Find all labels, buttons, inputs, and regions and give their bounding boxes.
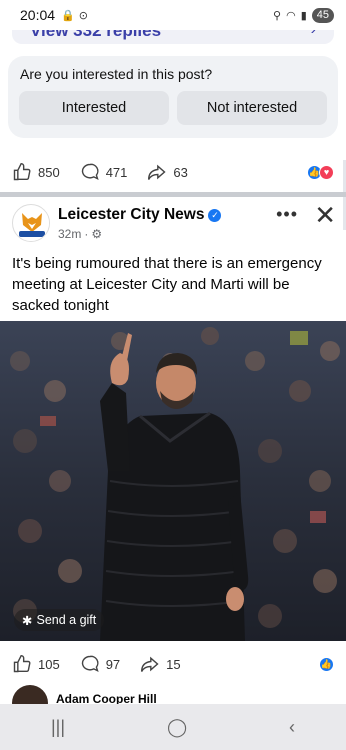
signal-icon: ▮ bbox=[300, 9, 307, 22]
comment-icon bbox=[81, 655, 99, 673]
share-icon bbox=[148, 164, 166, 180]
interest-prompt-card: Are you interested in this post? Interes… bbox=[8, 56, 338, 138]
comment-icon bbox=[81, 163, 99, 181]
share-button[interactable]: 63 bbox=[147, 162, 188, 182]
post-header: Leicester City News ✓ 32m · ⚙ ••• ✕ bbox=[12, 200, 338, 248]
page-name-text: Leicester City News bbox=[58, 206, 205, 223]
gift-icon: ✱ bbox=[22, 613, 33, 628]
share-count: 63 bbox=[173, 164, 188, 180]
settings-gear-icon: ⚙ bbox=[91, 227, 103, 241]
share-icon bbox=[141, 656, 159, 672]
interest-question: Are you interested in this post? bbox=[20, 66, 213, 82]
post-reaction-row: 105 97 15 👍 bbox=[12, 652, 334, 676]
post-meta: 32m · ⚙ bbox=[58, 227, 102, 241]
comment-count: 471 bbox=[105, 164, 128, 180]
battery-indicator: 45 bbox=[311, 7, 334, 23]
close-icon[interactable]: ✕ bbox=[314, 200, 336, 231]
interest-buttons: Interested Not interested bbox=[19, 91, 327, 125]
prev-post-reaction-row: 850 471 63 👍 ♥ bbox=[12, 160, 334, 184]
sync-icon: ⊙ bbox=[78, 9, 88, 22]
recent-apps-icon[interactable]: ||| bbox=[51, 717, 65, 738]
page-avatar[interactable] bbox=[12, 204, 50, 242]
post-comment-count: 97 bbox=[105, 656, 121, 672]
thumbs-up-icon bbox=[13, 162, 31, 181]
lock-icon: 🔒 bbox=[61, 9, 75, 22]
not-interested-button[interactable]: Not interested bbox=[177, 91, 327, 125]
status-right-icons: ⚲ ◠ ▮ 45 bbox=[273, 7, 334, 23]
home-icon[interactable]: ◯ bbox=[167, 717, 187, 738]
post-like-button[interactable]: 105 bbox=[12, 654, 60, 674]
like-button[interactable]: 850 bbox=[12, 162, 60, 182]
wifi-icon: ◠ bbox=[286, 9, 296, 22]
post-share-count: 15 bbox=[166, 656, 181, 672]
post-comment-button[interactable]: 97 bbox=[80, 654, 120, 674]
meta-separator: · bbox=[84, 227, 89, 241]
like-reaction-icon: 👍 bbox=[319, 656, 334, 672]
fox-crest-icon bbox=[14, 206, 49, 241]
verified-badge-icon: ✓ bbox=[208, 208, 222, 222]
post-share-button[interactable]: 15 bbox=[140, 654, 181, 674]
page-name[interactable]: Leicester City News ✓ bbox=[58, 206, 222, 224]
post-text: It's being rumoured that there is an eme… bbox=[12, 255, 322, 314]
send-gift-button[interactable]: ✱ Send a gift bbox=[14, 609, 105, 631]
photo-illustration bbox=[0, 321, 346, 641]
more-options-icon[interactable]: ••• bbox=[276, 204, 298, 225]
location-icon: ⚲ bbox=[273, 9, 282, 22]
system-nav-bar: ||| ◯ ‹ bbox=[0, 704, 346, 750]
post-reaction-summary[interactable]: 👍 bbox=[319, 656, 334, 672]
send-gift-label: Send a gift bbox=[36, 613, 97, 627]
status-time: 20:04 bbox=[20, 7, 56, 23]
thumbs-up-icon bbox=[13, 654, 31, 673]
like-count: 850 bbox=[38, 164, 60, 180]
post-photo[interactable] bbox=[0, 321, 346, 641]
status-notification-icons: 🔒 ⊙ bbox=[61, 9, 88, 22]
love-reaction-icon: ♥ bbox=[319, 164, 334, 180]
back-icon[interactable]: ‹ bbox=[289, 717, 295, 738]
reaction-summary[interactable]: 👍 ♥ bbox=[307, 164, 334, 180]
comment-button[interactable]: 471 bbox=[80, 162, 128, 182]
post-divider bbox=[0, 192, 346, 197]
status-bar: 20:04 🔒 ⊙ ⚲ ◠ ▮ 45 bbox=[0, 0, 346, 30]
interested-button[interactable]: Interested bbox=[19, 91, 169, 125]
post-time: 32m bbox=[58, 227, 82, 241]
post-like-count: 105 bbox=[38, 656, 60, 672]
